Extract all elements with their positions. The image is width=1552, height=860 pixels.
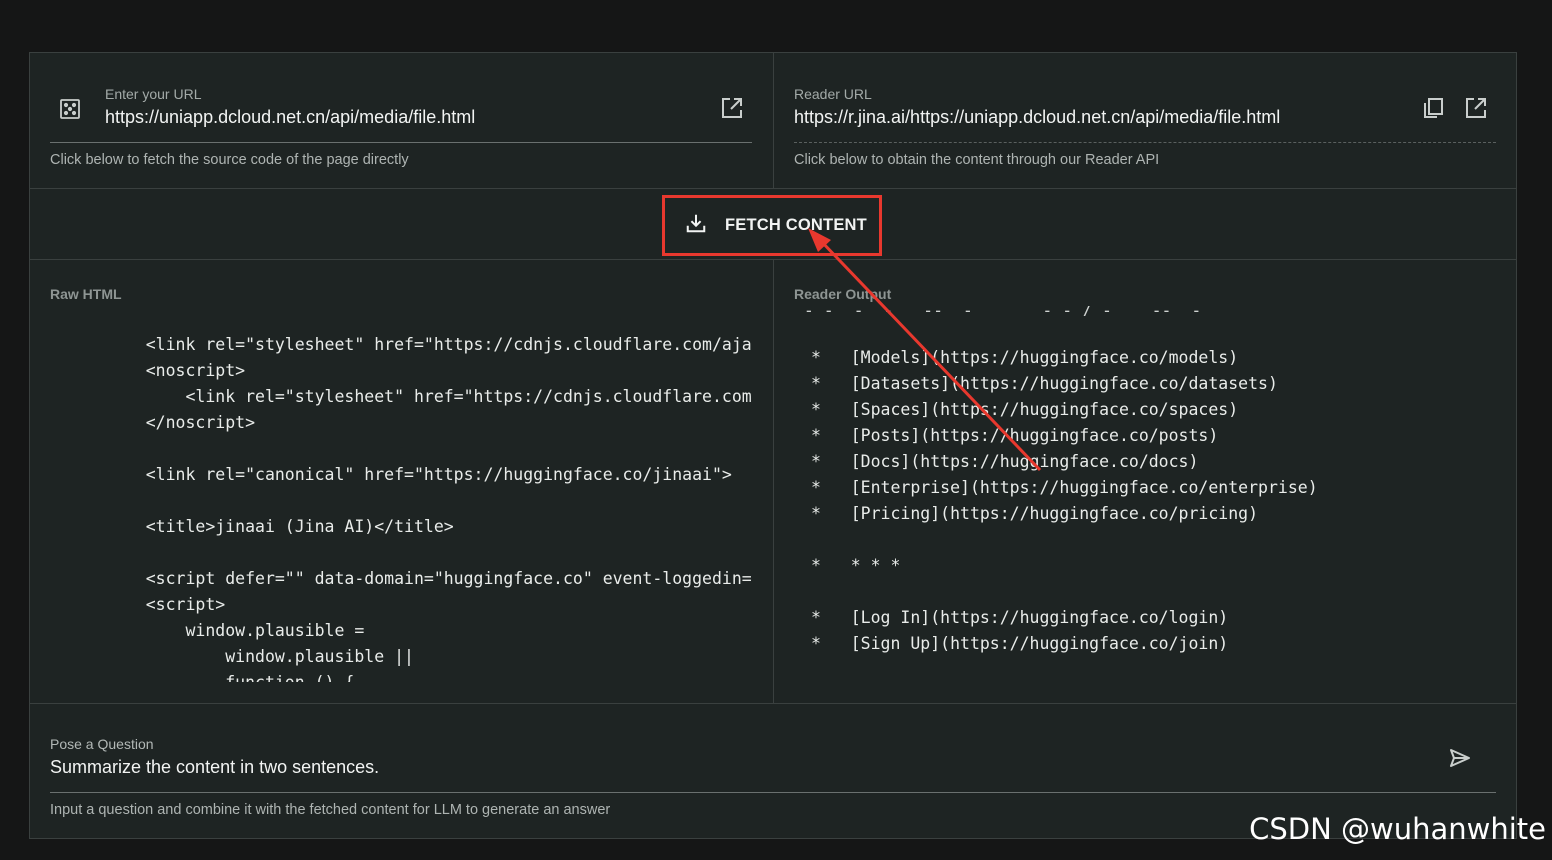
watermark: CSDN @wuhanwhite: [1249, 812, 1546, 846]
annotation-arrow: [808, 228, 1042, 472]
